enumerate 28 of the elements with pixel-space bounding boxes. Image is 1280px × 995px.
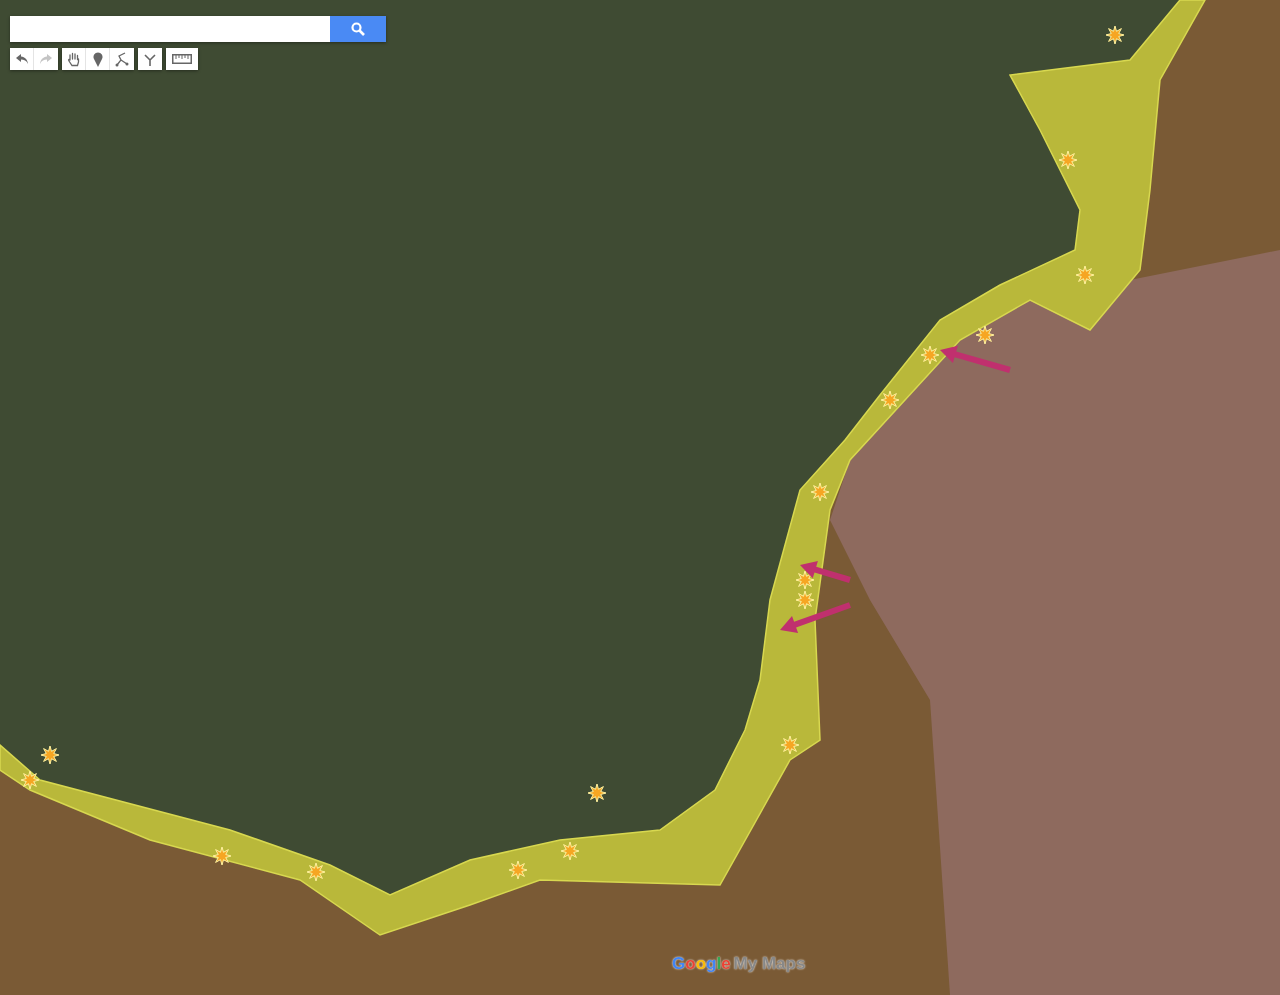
explosion-icon[interactable] (880, 390, 900, 410)
hand-icon (66, 51, 81, 67)
ruler-icon (172, 54, 192, 64)
pin-icon (92, 51, 103, 67)
explosion-icon[interactable] (212, 846, 232, 866)
search-field[interactable] (10, 16, 330, 42)
tool-button[interactable] (166, 48, 198, 70)
arrow-marker[interactable] (940, 345, 1011, 373)
line-icon (115, 51, 129, 67)
tool-button[interactable] (138, 48, 162, 70)
tool-button[interactable] (62, 48, 86, 70)
search-button[interactable] (330, 16, 386, 42)
undo-icon (14, 53, 29, 65)
explosion-icon[interactable] (587, 783, 607, 803)
tool-button[interactable] (10, 48, 34, 70)
redo-icon (39, 53, 53, 65)
map-logo: Google My Maps (672, 954, 806, 974)
explosion-icon[interactable] (975, 325, 995, 345)
arrow-marker[interactable] (780, 602, 851, 634)
explosion-icon[interactable] (795, 570, 815, 590)
tool-button[interactable] (110, 48, 134, 70)
explosion-icon[interactable] (20, 770, 40, 790)
tool-button[interactable] (86, 48, 110, 70)
arrow-marker[interactable] (800, 561, 851, 583)
explosion-icon[interactable] (1105, 25, 1125, 45)
explosion-icon[interactable] (40, 745, 60, 765)
search-icon (351, 22, 365, 36)
route-icon (143, 51, 157, 67)
